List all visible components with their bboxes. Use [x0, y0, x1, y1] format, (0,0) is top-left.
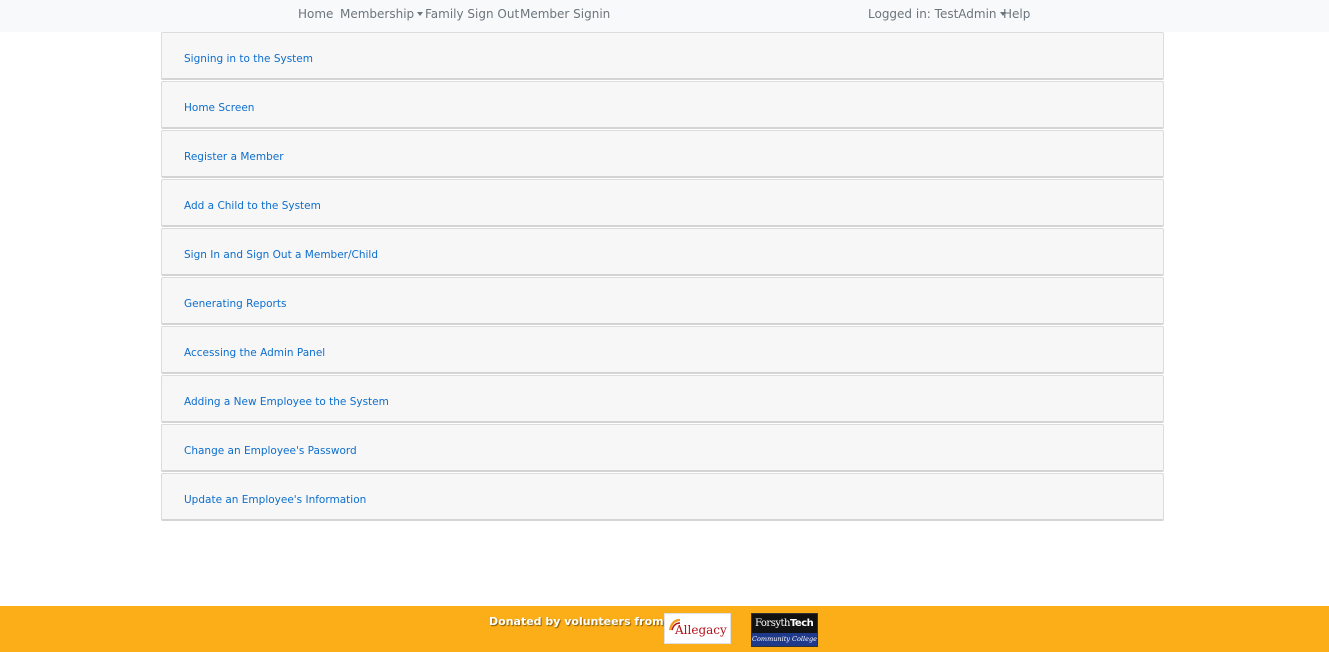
accordion-item: Home Screen — [161, 81, 1164, 129]
accordion-item: Add a Child to the System — [161, 179, 1164, 227]
nav-membership-dropdown[interactable]: Membership — [340, 7, 424, 21]
accordion-header-link[interactable]: Add a Child to the System — [184, 200, 321, 212]
nav-member-signin-link[interactable]: Member Signin — [520, 7, 610, 21]
allegacy-logo-text: Allegacy — [675, 623, 727, 637]
accordion-item: Sign In and Sign Out a Member/Child — [161, 228, 1164, 276]
nav-home-link[interactable]: Home — [298, 7, 333, 21]
top-navbar: Home Membership Family Sign Out Member S… — [0, 0, 1329, 32]
accordion-item: Adding a New Employee to the System — [161, 375, 1164, 423]
forsyth-logo-main: Forsyth — [755, 618, 790, 629]
forsyth-logo-bold: Tech — [789, 618, 814, 629]
forsyth-tech-logo[interactable]: ForsythTech Community College — [751, 613, 818, 647]
forsyth-logo-subtitle: Community College — [752, 633, 817, 646]
accordion-item: Generating Reports — [161, 277, 1164, 325]
accordion-item: Change an Employee's Password — [161, 424, 1164, 472]
nav-family-sign-out-link[interactable]: Family Sign Out — [425, 7, 519, 21]
nav-help-link[interactable]: Help — [1003, 7, 1030, 21]
accordion-header-link[interactable]: Generating Reports — [184, 298, 286, 310]
accordion-item: Register a Member — [161, 130, 1164, 178]
accordion-header-link[interactable]: Change an Employee's Password — [184, 445, 357, 457]
footer: Donated by volunteers from: Allegacy For… — [0, 606, 1329, 652]
accordion-item: Accessing the Admin Panel — [161, 326, 1164, 374]
allegacy-logo[interactable]: Allegacy — [664, 613, 731, 644]
accordion-header-link[interactable]: Register a Member — [184, 151, 284, 163]
help-accordion: Signing in to the System Home Screen Reg… — [161, 32, 1164, 522]
accordion-item: Signing in to the System — [161, 32, 1164, 80]
chevron-down-icon — [417, 12, 424, 16]
accordion-header-link[interactable]: Home Screen — [184, 102, 254, 114]
logged-in-label: Logged in: TestAdmin — [868, 7, 997, 21]
accordion-header-link[interactable]: Adding a New Employee to the System — [184, 396, 389, 408]
accordion-item: Update an Employee's Information — [161, 473, 1164, 521]
accordion-header-link[interactable]: Sign In and Sign Out a Member/Child — [184, 249, 378, 261]
nav-membership-label: Membership — [340, 7, 415, 21]
accordion-header-link[interactable]: Signing in to the System — [184, 53, 313, 65]
accordion-header-link[interactable]: Update an Employee's Information — [184, 494, 366, 506]
accordion-header-link[interactable]: Accessing the Admin Panel — [184, 347, 325, 359]
footer-donated-text: Donated by volunteers from: — [489, 615, 669, 628]
forsyth-logo-text: ForsythTech — [755, 618, 814, 629]
nav-user-dropdown[interactable]: Logged in: TestAdmin — [868, 7, 1006, 21]
